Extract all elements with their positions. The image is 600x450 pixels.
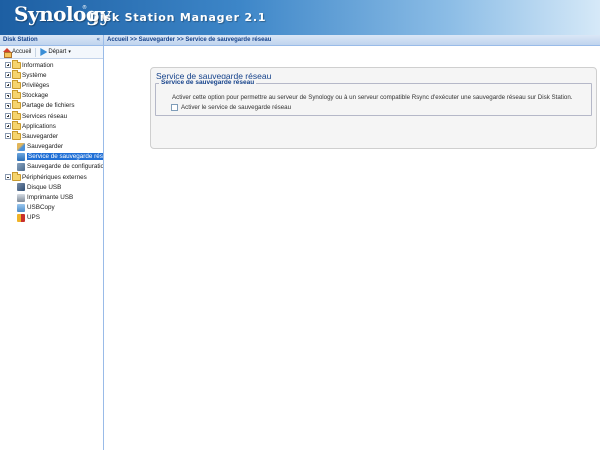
- navigation-tree: Information Système Privilèges Stockage Part…: [0, 59, 103, 223]
- printer-icon: [17, 193, 25, 202]
- tree-item-label: Information: [22, 61, 54, 69]
- tree-item[interactable]: USBCopy: [0, 203, 103, 213]
- fieldset-legend: Service de sauvegarde réseau: [159, 79, 257, 86]
- collapse-icon[interactable]: «: [96, 36, 100, 43]
- home-button[interactable]: Accueil: [3, 48, 32, 58]
- collapse-toggle-icon[interactable]: [5, 174, 11, 181]
- tree-item[interactable]: Services réseau: [0, 110, 103, 121]
- tree-item-label: Disque USB: [27, 183, 62, 191]
- app-header: Synology ® Disk Station Manager 2.1: [0, 0, 600, 35]
- folder-icon: [12, 171, 21, 181]
- backup-icon: [17, 142, 25, 151]
- tree-item-label: Périphériques externes: [22, 173, 87, 181]
- expand-toggle-icon[interactable]: [5, 72, 11, 79]
- expand-toggle-icon[interactable]: [5, 123, 11, 130]
- expand-toggle-icon[interactable]: [5, 92, 11, 99]
- chevron-down-icon: ▾: [68, 49, 71, 55]
- tree-item-label: Services réseau: [22, 112, 68, 120]
- tree-item[interactable]: Imprimante USB: [0, 192, 103, 202]
- tree-item[interactable]: Service de sauvegarde résea: [0, 152, 103, 162]
- tree-item[interactable]: Privilèges: [0, 79, 103, 90]
- tree-item-label: Applications: [22, 122, 56, 130]
- tree-item[interactable]: Sauvegarder: [0, 142, 103, 152]
- home-icon: [3, 48, 12, 58]
- depart-arrow-icon: [40, 48, 48, 56]
- tree-item[interactable]: Partage de fichiers: [0, 100, 103, 111]
- network-backup-icon: [17, 152, 25, 161]
- tree-item-label: Partage de fichiers: [22, 102, 75, 110]
- expand-toggle-icon[interactable]: [5, 113, 11, 120]
- tree-item-label: Service de sauvegarde résea: [27, 153, 103, 161]
- tree-item-label: Stockage: [22, 92, 49, 100]
- tree-item-label: Sauvegarde de configuratio: [27, 163, 104, 171]
- sidebar-title: Disk Station: [3, 37, 38, 43]
- breadcrumb: Accueil >> Sauvegarder >> Service de sau…: [107, 37, 272, 43]
- settings-panel: Service de sauvegarde réseau Service de …: [150, 67, 597, 149]
- folder-icon: [12, 110, 21, 120]
- settings-fieldset: Service de sauvegarde réseau Activer cet…: [155, 79, 592, 116]
- main-content: Service de sauvegarde réseau Service de …: [104, 46, 600, 450]
- depart-button-label: Départ: [48, 49, 67, 55]
- config-backup-icon: [17, 162, 25, 171]
- expand-toggle-icon[interactable]: [5, 82, 11, 89]
- tree-item[interactable]: Disque USB: [0, 182, 103, 192]
- enable-network-backup-option[interactable]: Activer le service de sauvegarde réseau: [171, 104, 291, 111]
- tree-item[interactable]: Stockage: [0, 90, 103, 101]
- section-description: Activer cette option pour permettre au s…: [172, 94, 573, 101]
- enable-network-backup-label[interactable]: Activer le service de sauvegarde réseau: [181, 104, 291, 111]
- toolbar-divider: [35, 47, 37, 57]
- app-title: Disk Station Manager 2.1: [90, 11, 267, 24]
- collapse-toggle-icon[interactable]: [5, 133, 11, 140]
- tree-item-label: Privilèges: [22, 81, 50, 89]
- tree-item-label: Système: [22, 71, 47, 79]
- tree-item[interactable]: Sauvegarde de configuratio: [0, 162, 103, 172]
- tree-item[interactable]: UPS: [0, 213, 103, 223]
- folder-icon: [12, 130, 21, 140]
- tree-item-label: Sauvegarder: [27, 143, 64, 151]
- folder-icon: [12, 69, 21, 79]
- ups-icon: [17, 213, 25, 222]
- depart-button[interactable]: Départ ▾: [40, 48, 71, 56]
- tree-item-label: Sauvegarder: [22, 132, 59, 140]
- sidebar-header: Disk Station «: [0, 35, 103, 46]
- tree-item-label: Imprimante USB: [27, 194, 74, 202]
- tree-item[interactable]: Périphériques externes: [0, 171, 103, 182]
- tree-item[interactable]: Sauvegarder: [0, 130, 103, 141]
- tree-item[interactable]: Applications: [0, 120, 103, 131]
- tree-item[interactable]: Information: [0, 59, 103, 70]
- folder-icon: [12, 90, 21, 100]
- folder-icon: [12, 100, 21, 110]
- home-button-label: Accueil: [12, 49, 32, 55]
- enable-network-backup-checkbox[interactable]: [171, 104, 178, 111]
- tree-item[interactable]: Système: [0, 69, 103, 80]
- usbcopy-icon: [17, 203, 25, 212]
- expand-toggle-icon[interactable]: [5, 102, 11, 109]
- registered-mark: ®: [82, 5, 87, 11]
- breadcrumb-bar: Accueil >> Sauvegarder >> Service de sau…: [104, 35, 600, 46]
- sidebar: Disk Station « Accueil Départ ▾ Informat…: [0, 35, 104, 450]
- expand-toggle-icon[interactable]: [5, 62, 11, 69]
- usb-disk-icon: [17, 183, 25, 192]
- sidebar-toolbar: Accueil Départ ▾: [0, 46, 103, 59]
- tree-item-label: UPS: [27, 214, 40, 222]
- folder-icon: [12, 79, 21, 89]
- folder-icon: [12, 59, 21, 69]
- tree-item-label: USBCopy: [27, 204, 55, 212]
- folder-icon: [12, 120, 21, 130]
